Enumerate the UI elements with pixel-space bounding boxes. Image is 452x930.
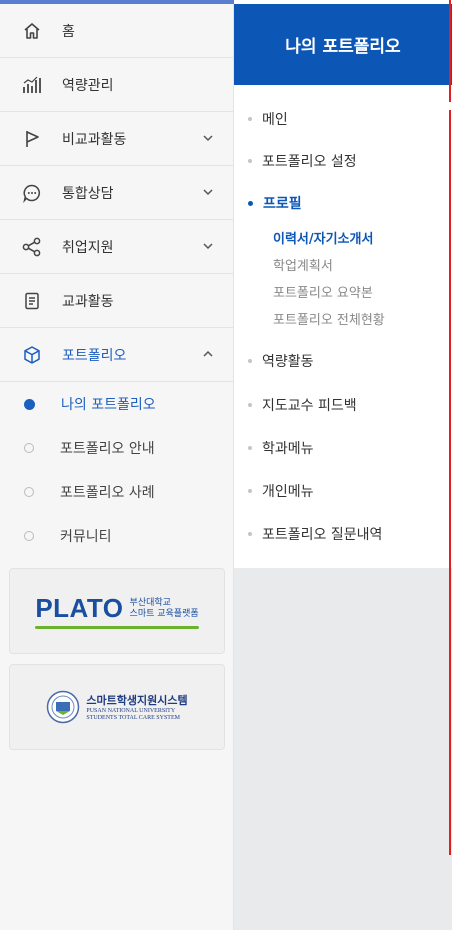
bullet-icon xyxy=(248,200,253,206)
menu-item-activities[interactable]: 역량활동 xyxy=(248,351,314,371)
nav-item-curricular[interactable]: 교과활동 xyxy=(0,274,233,328)
plato-logo-text: PLATO xyxy=(35,593,124,623)
nav-label: 포트폴리오 xyxy=(62,347,127,364)
menu-label: 학과메뉴 xyxy=(262,441,314,457)
menu-item-personal[interactable]: 개인메뉴 xyxy=(248,481,314,501)
panel-title: 나의 포트폴리오 xyxy=(234,4,452,85)
submenu-resume[interactable]: 이력서/자기소개서 xyxy=(273,228,373,247)
smart-system-line1: PUSAN NATIONAL UNIVERSITY xyxy=(86,708,176,714)
chevron-up-icon[interactable] xyxy=(201,347,215,361)
portfolio-menu-panel: 메인 포트폴리오 설정 프로필 이력서/자기소개서 학업계획서 포트폴리오 요약… xyxy=(234,85,452,568)
smart-system-line2: STUDENTS TOTAL CARE SYSTEM xyxy=(86,715,180,721)
bullet-icon xyxy=(248,117,252,121)
chart-bars-icon xyxy=(20,73,44,97)
nav-label: 비교과활동 xyxy=(62,131,127,148)
nav-item-home[interactable]: 홈 xyxy=(0,4,233,58)
nav-label: 홈 xyxy=(62,23,75,40)
menu-label: 역량활동 xyxy=(262,354,314,370)
home-icon xyxy=(20,19,44,43)
chevron-down-icon[interactable] xyxy=(201,131,215,145)
menu-label: 프로필 xyxy=(263,196,302,212)
content-area-blank xyxy=(234,568,452,930)
cube-icon xyxy=(20,343,44,367)
plato-underline xyxy=(35,626,199,629)
menu-item-settings[interactable]: 포트폴리오 설정 xyxy=(248,151,357,171)
bullet-icon xyxy=(248,159,252,163)
bullet-icon xyxy=(248,359,252,363)
chevron-down-icon[interactable] xyxy=(201,185,215,199)
university-seal-icon xyxy=(47,690,80,724)
bullet-icon xyxy=(248,403,252,407)
plato-banner[interactable]: PLATO 부산대학교 스마트 교육플랫폼 xyxy=(9,568,225,654)
menu-item-main[interactable]: 메인 xyxy=(248,109,288,129)
bullet-icon xyxy=(248,446,252,450)
menu-item-questions[interactable]: 포트폴리오 질문내역 xyxy=(248,524,382,544)
sub-item-portfolio-guide[interactable]: 포트폴리오 안내 xyxy=(0,426,233,470)
submenu-study-plan[interactable]: 학업계획서 xyxy=(273,255,333,274)
share-icon xyxy=(20,235,44,259)
plato-line2: 스마트 교육플랫폼 xyxy=(129,608,199,619)
nav-item-competency[interactable]: 역량관리 xyxy=(0,58,233,112)
smart-system-title: 스마트학생지원시스템 xyxy=(86,694,188,707)
bullet-icon xyxy=(248,489,252,493)
bullet-icon xyxy=(248,532,252,536)
sub-item-my-portfolio[interactable]: 나의 포트폴리오 xyxy=(0,382,233,426)
nav-item-portfolio[interactable]: 포트폴리오 xyxy=(0,328,233,382)
menu-label: 지도교수 피드백 xyxy=(262,398,357,414)
nav-item-employment[interactable]: 취업지원 xyxy=(0,220,233,274)
chat-bubble-icon xyxy=(20,181,44,205)
radio-dot-icon xyxy=(24,443,34,453)
plato-line1: 부산대학교 xyxy=(129,597,171,608)
chevron-down-icon[interactable] xyxy=(201,239,215,253)
nav-label: 역량관리 xyxy=(62,77,114,94)
nav-item-counseling[interactable]: 통합상담 xyxy=(0,166,233,220)
menu-item-department[interactable]: 학과메뉴 xyxy=(248,438,314,458)
red-marker-line xyxy=(449,110,451,855)
nav-label: 통합상담 xyxy=(62,185,114,202)
sub-item-community[interactable]: 커뮤니티 xyxy=(0,514,233,558)
nav-item-extracurricular[interactable]: 비교과활동 xyxy=(0,112,233,166)
menu-label: 포트폴리오 설정 xyxy=(262,154,357,170)
smart-system-banner[interactable]: 스마트학생지원시스템 PUSAN NATIONAL UNIVERSITY STU… xyxy=(9,664,225,750)
sidebar: 홈 역량관리 비교과활동 통합상담 취업지원 교과활동 포트폴리오 나의 포트폴… xyxy=(0,4,234,930)
sub-item-label: 커뮤니티 xyxy=(60,529,112,545)
submenu-overview[interactable]: 포트폴리오 전체현황 xyxy=(273,309,385,328)
submenu-summary[interactable]: 포트폴리오 요약본 xyxy=(273,282,373,301)
sub-item-label: 포트폴리오 안내 xyxy=(60,441,155,457)
document-icon xyxy=(20,289,44,313)
menu-item-feedback[interactable]: 지도교수 피드백 xyxy=(248,395,357,415)
sub-item-label: 포트폴리오 사례 xyxy=(60,485,155,501)
menu-label: 메인 xyxy=(262,112,288,128)
radio-dot-icon xyxy=(24,487,34,497)
radio-dot-icon xyxy=(24,531,34,541)
sub-item-portfolio-examples[interactable]: 포트폴리오 사례 xyxy=(0,470,233,514)
radio-dot-icon xyxy=(24,398,35,410)
nav-label: 교과활동 xyxy=(62,293,114,310)
red-marker-line xyxy=(449,0,451,102)
sub-item-label: 나의 포트폴리오 xyxy=(61,397,156,413)
plato-logo: PLATO 부산대학교 스마트 교육플랫폼 xyxy=(35,593,199,629)
flag-icon xyxy=(20,127,44,151)
menu-label: 개인메뉴 xyxy=(262,484,314,500)
nav-label: 취업지원 xyxy=(62,239,114,256)
menu-item-profile[interactable]: 프로필 xyxy=(248,193,302,213)
menu-label: 포트폴리오 질문내역 xyxy=(262,527,383,543)
